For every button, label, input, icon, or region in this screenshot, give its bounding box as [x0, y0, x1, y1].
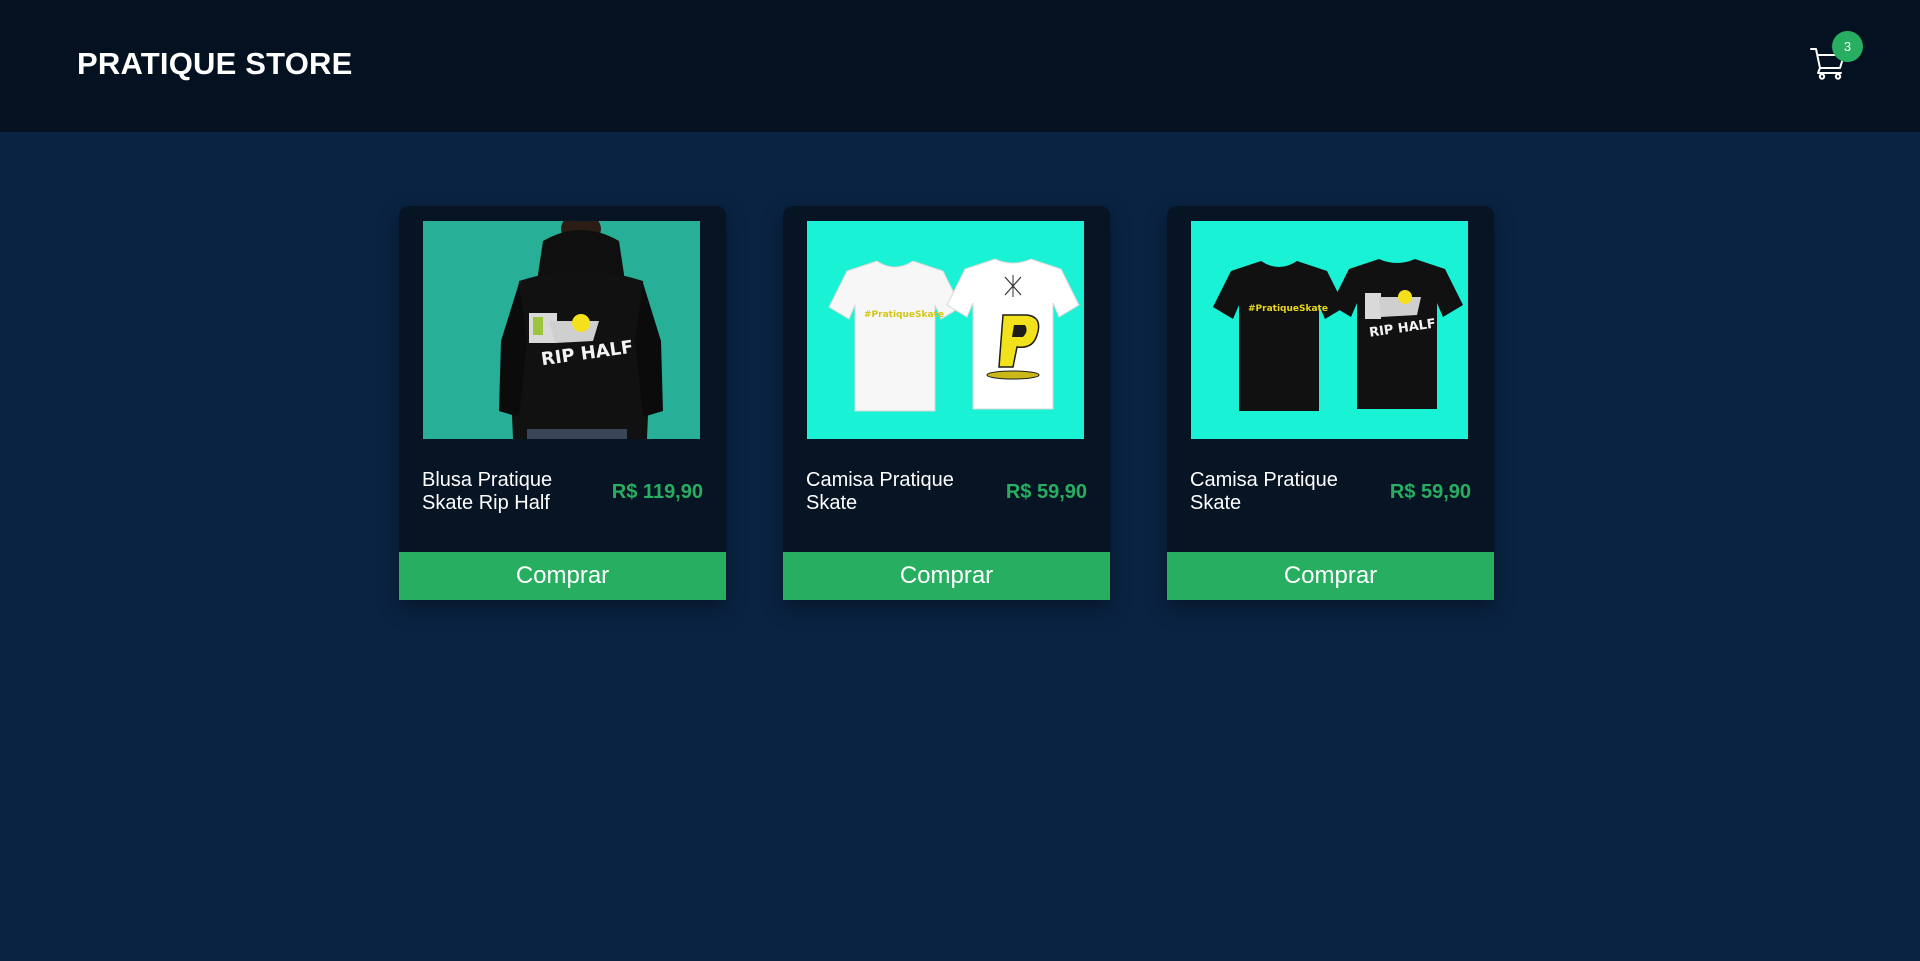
buy-button[interactable]: Comprar: [1167, 552, 1494, 600]
svg-text:#PratiqueSkate: #PratiqueSkate: [864, 310, 944, 320]
product-name: Blusa Pratique Skate Rip Half: [422, 469, 553, 514]
product-image[interactable]: RIP HALF: [423, 221, 700, 439]
product-image[interactable]: #PratiqueSkate: [807, 221, 1084, 439]
product-name: Camisa Pratique Skate: [1190, 469, 1338, 514]
store-logo-text[interactable]: PRATIQUE STORE: [77, 47, 353, 81]
product-image[interactable]: #PratiqueSkate RIP HALF: [1191, 221, 1468, 439]
product-card: RIP HALF Blusa Pratique Skate Rip Half R…: [399, 206, 726, 600]
product-card: #PratiqueSkate Camisa Pratique Skate R$ …: [783, 206, 1110, 600]
product-price: R$ 59,90: [1389, 481, 1471, 503]
product-price: R$ 119,90: [611, 481, 703, 503]
product-price: R$ 59,90: [1005, 481, 1087, 503]
product-name: Camisa Pratique Skate: [806, 469, 954, 514]
product-card: #PratiqueSkate RIP HALF Camisa Pratique …: [1167, 206, 1494, 600]
svg-text:#PratiqueSkate: #PratiqueSkate: [1248, 304, 1328, 314]
site-header: PRATIQUE STORE 3: [0, 0, 1920, 132]
buy-button[interactable]: Comprar: [783, 552, 1110, 600]
cart-count-badge: 3: [1832, 31, 1863, 62]
buy-button[interactable]: Comprar: [399, 552, 726, 600]
